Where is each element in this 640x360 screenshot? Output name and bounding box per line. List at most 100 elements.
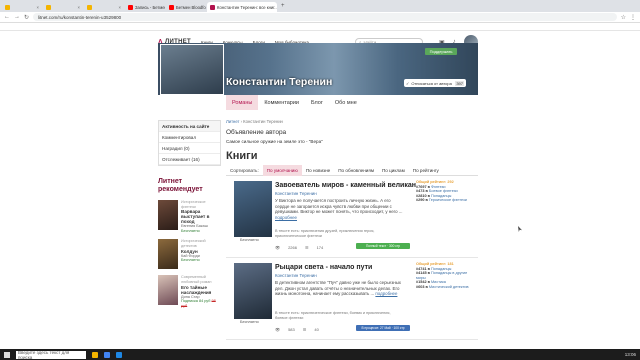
check-icon: ✓ xyxy=(406,80,410,86)
browser-tabbar: × × × Запись - Бетмен Bloodfor...×Бетмен Bl… xyxy=(0,0,640,12)
views-icon: 👁 xyxy=(275,245,281,250)
close-tab-icon[interactable]: × xyxy=(119,5,121,10)
rank-genre[interactable]: Фэнтези xyxy=(431,185,446,189)
rank-genre[interactable]: Боевое фэнтези xyxy=(429,189,458,193)
browser-tab-label: Константин Теренин: все книг... xyxy=(217,4,277,10)
rank-genre[interactable]: Героическое фэнтези xyxy=(429,198,467,202)
book-card: Бесплатно Рыцари света - начало пути Конст… xyxy=(226,258,478,340)
back-icon[interactable]: ← xyxy=(4,14,10,20)
sort-label: Сортировать: xyxy=(230,167,259,173)
reload-icon[interactable]: ↻ xyxy=(24,14,29,21)
book-cover[interactable] xyxy=(234,263,272,319)
rank-genre[interactable]: Мистический детектив xyxy=(429,285,469,289)
book-author[interactable]: Константин Теренин xyxy=(275,273,317,278)
book-title[interactable]: Завоеватель миров - каменный великан xyxy=(275,182,416,189)
book-author[interactable]: Константин Теренин xyxy=(275,191,317,196)
recommended-cover[interactable] xyxy=(158,275,178,306)
menu-icon[interactable]: ⋮ xyxy=(630,14,636,21)
recommended-book[interactable]: Исторический детектив Колдун Кай Форди Бесп… xyxy=(158,239,221,270)
more-link[interactable]: подробнее xyxy=(375,291,397,296)
sidebar-item-awarded[interactable]: Наградил (0) xyxy=(159,143,220,154)
browser-tab[interactable]: × xyxy=(2,2,42,12)
sidebar-item-following[interactable]: Отслеживает (16) xyxy=(159,154,220,165)
favicon-icon xyxy=(46,4,51,10)
views-count: 2266 xyxy=(288,245,297,250)
explorer-icon[interactable] xyxy=(92,351,98,358)
taskbar-search[interactable]: Введите здесь текст для поиска xyxy=(16,350,86,360)
recommended-title[interactable]: Его тайные наслаждения xyxy=(181,285,221,295)
announcement-title: Объявление автора xyxy=(226,129,287,136)
book-price: Бесплатно xyxy=(240,320,259,324)
comments-count: 174 xyxy=(316,245,324,250)
sidebar: Активность на сайте Комментировал Наград… xyxy=(158,120,221,308)
unsubscribe-button[interactable]: ✓ Отписаться от автора 397 xyxy=(404,79,466,87)
mouse-cursor-icon xyxy=(518,226,522,232)
rank-genre[interactable]: Попаданцы xyxy=(431,194,451,198)
forward-icon[interactable]: → xyxy=(14,14,20,20)
rank-genre[interactable]: Мистика xyxy=(431,280,446,284)
recommended-cover[interactable] xyxy=(158,200,178,230)
sort-updated[interactable]: По обновлениям xyxy=(334,165,378,176)
browser-tab[interactable]: Запись - Бетмен Bloodfor...× xyxy=(125,2,165,12)
book-cover[interactable] xyxy=(234,181,272,237)
system-tray: 13:06 xyxy=(625,352,636,357)
new-tab-icon[interactable]: + xyxy=(278,3,288,9)
windows-start-icon[interactable] xyxy=(4,351,10,358)
chrome-icon[interactable] xyxy=(104,351,110,358)
more-link[interactable]: подробнее xyxy=(275,215,297,220)
close-tab-icon[interactable]: × xyxy=(37,5,39,10)
sidebar-item-commented[interactable]: Комментировал xyxy=(159,132,220,143)
browser-tab[interactable]: × xyxy=(84,2,124,12)
breadcrumb: Литнет › Константин Теренин xyxy=(226,119,283,124)
breadcrumb-root[interactable]: Литнет xyxy=(226,119,239,124)
subscriber-count: 397 xyxy=(455,80,464,86)
store-icon[interactable] xyxy=(116,351,122,358)
tab-comments[interactable]: Комментарии xyxy=(258,95,305,110)
recommend-list: Историческое фэнтези Варвара выступает в … xyxy=(158,200,221,308)
support-button[interactable]: Поддержать xyxy=(425,48,457,55)
clock: 13:06 xyxy=(624,352,636,357)
book-rating: Общий рейтинг: 181 #4741 в Попаданцы #4145… xyxy=(416,262,476,290)
profile-tabs: Романы Комментарии Блог Обо мне xyxy=(226,95,363,110)
browser-tab[interactable]: Константин Теренин: все книг...× xyxy=(207,2,277,12)
rank-place: #2810 в xyxy=(416,193,430,198)
favicon-icon xyxy=(210,4,215,10)
sort-newest[interactable]: По новизне xyxy=(302,165,334,176)
recommended-title[interactable]: Варвара выступает в поход xyxy=(181,209,221,224)
sort-default[interactable]: По умолчанию xyxy=(262,164,302,176)
favicon-icon xyxy=(169,4,174,10)
sort-rating[interactable]: По рейтингу xyxy=(409,165,443,176)
rank-place: #603 в xyxy=(416,284,428,289)
close-tab-icon[interactable]: × xyxy=(78,5,80,10)
favicon-icon xyxy=(128,4,133,10)
books-heading: Книги xyxy=(226,150,258,162)
recommend-heading: Литнет рекомендует xyxy=(158,178,203,193)
recommended-book[interactable]: Историческое фэнтези Варвара выступает в … xyxy=(158,200,221,233)
rank-place: #1542 в xyxy=(416,280,430,285)
comments-icon: ☰ xyxy=(304,245,309,250)
rank-row: #290 в Героическое фэнтези xyxy=(416,198,476,203)
recommended-category: Историческое фэнтези xyxy=(181,200,206,209)
url-input[interactable]: litnet.com/ru/konstantin-terenin-u352980… xyxy=(33,13,617,21)
star-icon[interactable]: ☆ xyxy=(621,14,626,21)
book-stats: 👁 583 ☰ 40 xyxy=(275,327,319,332)
tab-about[interactable]: Обо мне xyxy=(329,95,363,110)
tab-novels[interactable]: Романы xyxy=(226,95,259,110)
recommended-book[interactable]: Современный любовный роман Его тайные нас… xyxy=(158,275,221,308)
recommended-cover[interactable] xyxy=(158,239,178,270)
author-name: Константин Теренин xyxy=(226,76,333,88)
rank-place: #4145 в xyxy=(416,271,430,276)
book-title[interactable]: Рыцари света - начало пути xyxy=(275,264,372,271)
favicon-icon xyxy=(5,4,10,10)
book-status-badge: Полный текст · 300 стр xyxy=(356,243,410,249)
sort-series[interactable]: По циклам xyxy=(378,165,409,176)
comments-count: 40 xyxy=(314,327,319,332)
rank-genre[interactable]: Попаданцы xyxy=(431,267,451,271)
activity-heading: Активность на сайте xyxy=(159,121,220,132)
browser-tab[interactable]: Бетмен Bloodfor - YouTube× xyxy=(166,2,206,12)
book-price: Бесплатно xyxy=(240,238,259,242)
sort-bar: Сортировать: По умолчанию По новизне По … xyxy=(226,164,478,176)
tab-blog[interactable]: Блог xyxy=(305,95,329,110)
breadcrumb-current: Константин Теренин xyxy=(243,119,283,124)
browser-tab[interactable]: × xyxy=(43,2,83,12)
